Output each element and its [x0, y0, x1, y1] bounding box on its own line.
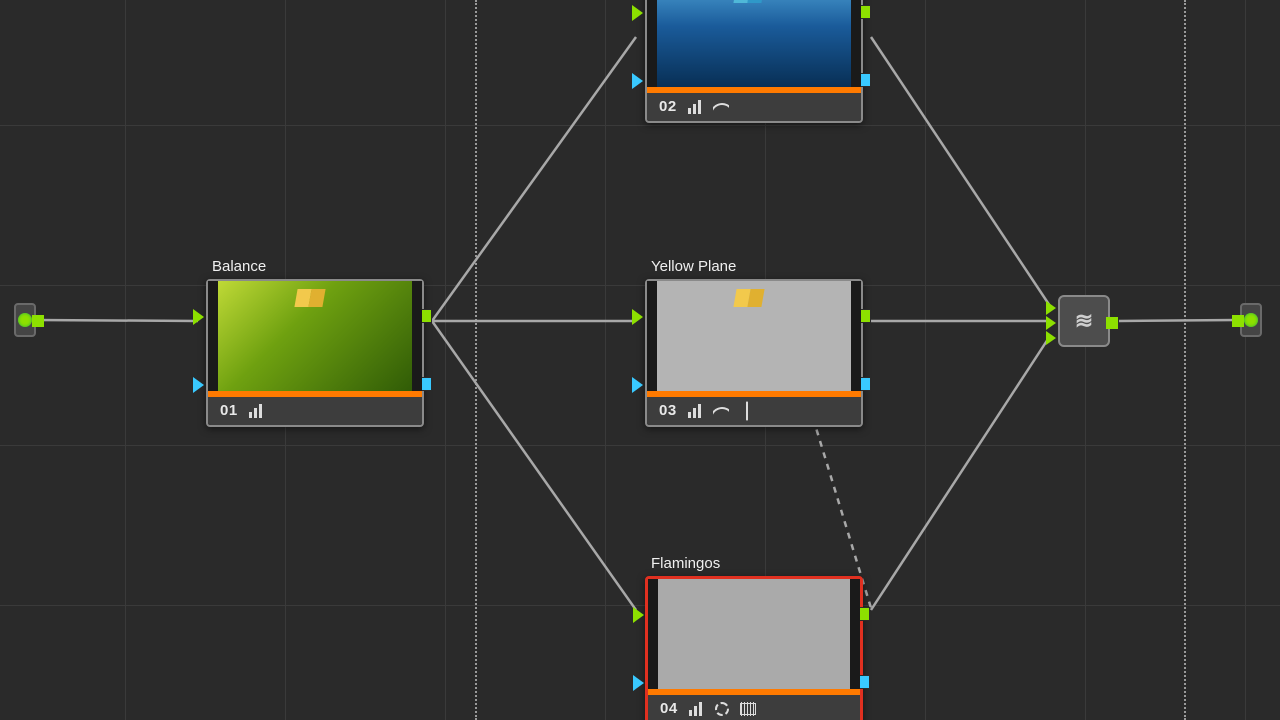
node-body[interactable]: 04: [645, 576, 863, 720]
node-title: Flamingos: [651, 555, 863, 572]
guide-line-2: [1184, 0, 1186, 720]
node-flamingos[interactable]: Flamingos 04: [645, 555, 863, 720]
thumb-pillar-right: [850, 579, 860, 689]
thumb-pillar-left: [647, 0, 657, 87]
node-footer: 02: [647, 93, 861, 121]
node-body[interactable]: 01: [206, 279, 424, 427]
node-thumbnail[interactable]: [208, 281, 422, 391]
flag-icon: [733, 0, 764, 3]
key-input-port[interactable]: [632, 73, 643, 89]
flag-icon: [294, 289, 325, 307]
node-footer: 03: [647, 397, 861, 425]
video-input-port[interactable]: [632, 309, 643, 325]
key-input-port[interactable]: [193, 377, 204, 393]
curve-icon: [713, 404, 729, 418]
output-terminal-input-port[interactable]: [1232, 315, 1244, 327]
node-footer: 01: [208, 397, 422, 425]
node-balance[interactable]: Balance 01: [206, 258, 424, 427]
node-body[interactable]: 03: [645, 279, 863, 427]
node-node02[interactable]: 02: [645, 0, 863, 123]
bars-icon: [687, 404, 703, 418]
video-input-port[interactable]: [633, 607, 644, 623]
node-body[interactable]: 02: [645, 0, 863, 123]
guide-line-1: [475, 0, 477, 720]
node-number: 03: [659, 402, 677, 419]
node-title: Balance: [212, 258, 424, 275]
thumb-pillar-left: [208, 281, 218, 391]
thumb-pillar-right: [851, 0, 861, 87]
input-terminal-dot-icon: [18, 313, 32, 327]
flag-icon: [733, 289, 764, 307]
bars-icon: [687, 100, 703, 114]
bars-icon: [688, 702, 704, 716]
thumb-pillar-left: [648, 579, 658, 689]
key-input-port[interactable]: [632, 377, 643, 393]
node-thumbnail[interactable]: [648, 579, 860, 689]
output-terminal-dot-icon: [1244, 313, 1258, 327]
node-number: 04: [660, 700, 678, 717]
merge-node[interactable]: ≋: [1058, 295, 1110, 347]
merge-input-3[interactable]: [1046, 331, 1056, 345]
merge-input-1[interactable]: [1046, 301, 1056, 315]
node-yellowplane[interactable]: Yellow Plane 03: [645, 258, 863, 427]
thumb-pillar-right: [851, 281, 861, 391]
graph-input-terminal[interactable]: [14, 303, 36, 337]
node-thumbnail[interactable]: [647, 281, 861, 391]
curve-icon: [713, 100, 729, 114]
node-title: Yellow Plane: [651, 258, 863, 275]
node-footer: 04: [648, 695, 860, 720]
thumb-pillar-right: [412, 281, 422, 391]
key-input-port[interactable]: [633, 675, 644, 691]
merge-icon: ≋: [1075, 308, 1093, 334]
input-terminal-output-port[interactable]: [32, 315, 44, 327]
color-picker-icon: [739, 404, 755, 418]
node-thumbnail[interactable]: [647, 0, 861, 87]
merge-input-2[interactable]: [1046, 316, 1056, 330]
node-number: 02: [659, 98, 677, 115]
thumb-pillar-left: [647, 281, 657, 391]
target-icon: [714, 702, 730, 716]
bars-icon: [248, 404, 264, 418]
video-input-port[interactable]: [193, 309, 204, 325]
graph-output-terminal[interactable]: [1240, 303, 1262, 337]
filmstrip-icon: [740, 702, 756, 716]
node-number: 01: [220, 402, 238, 419]
merge-output-port[interactable]: [1106, 317, 1118, 329]
video-input-port[interactable]: [632, 5, 643, 21]
